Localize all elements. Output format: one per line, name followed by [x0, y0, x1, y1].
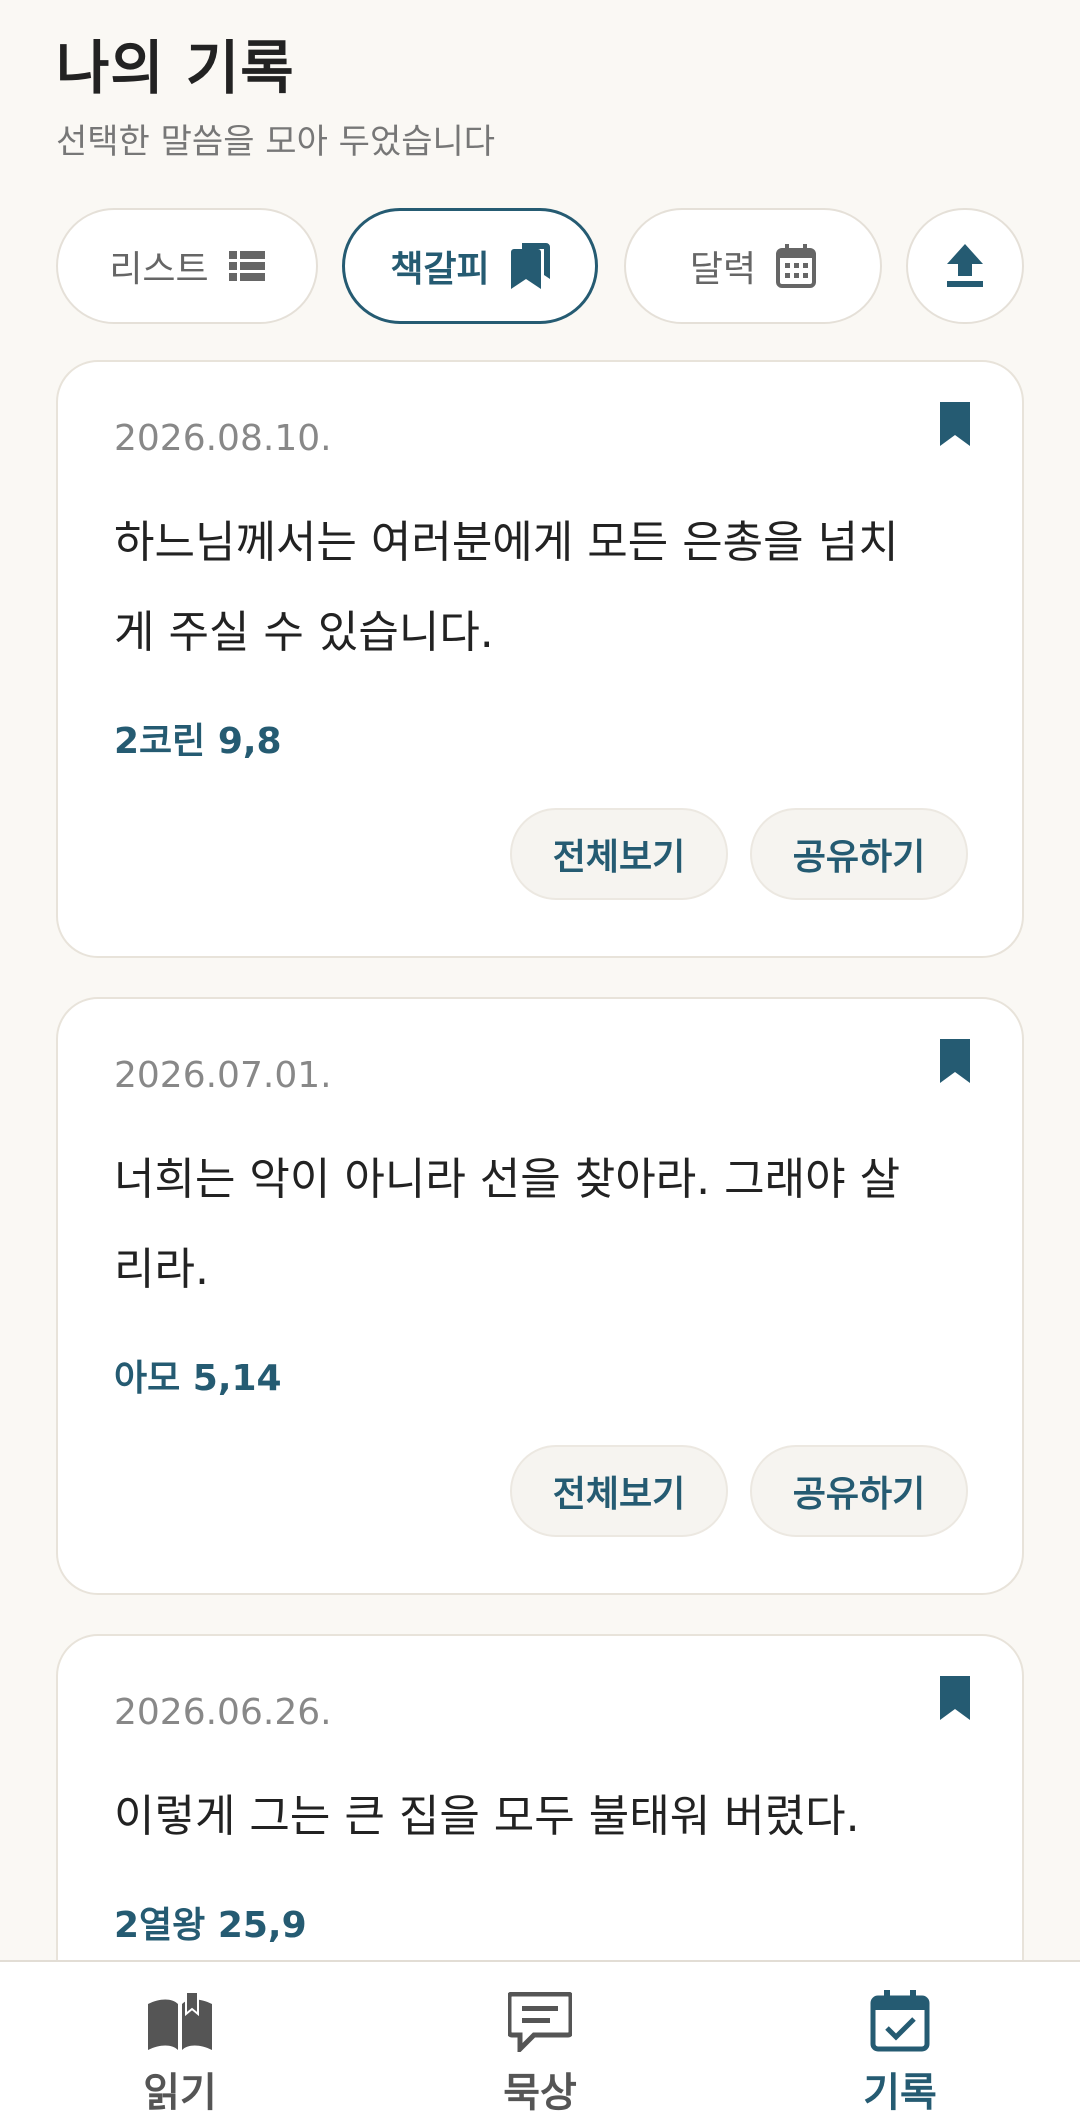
tab-bookmark[interactable]: 책갈피: [342, 208, 598, 324]
upload-button[interactable]: [906, 208, 1024, 324]
tab-calendar[interactable]: 달력: [624, 208, 882, 324]
record-reference: 2코린 9,8: [114, 721, 282, 762]
nav-item-label: 묵상: [503, 2070, 577, 2116]
view-all-button[interactable]: 전체보기: [510, 1445, 728, 1537]
bookmark-icon: [510, 243, 550, 289]
record-card: 2026.08.10. 하느님께서는 여러분에게 모든 은총을 넘치게 주실 수…: [56, 360, 1024, 958]
bookmark-icon[interactable]: [938, 1676, 972, 1720]
record-date: 2026.06.26.: [114, 1692, 332, 1733]
bookmark-icon[interactable]: [938, 1039, 972, 1083]
page-subtitle: 선택한 말씀을 모아 두었습니다: [56, 122, 496, 162]
record-reference: 아모 5,14: [114, 1358, 282, 1399]
record-verse: 하느님께서는 여러분에게 모든 은총을 넘치게 주실 수 있습니다.: [114, 517, 899, 658]
record-card: 2026.07.01. 너희는 악이 아니라 선을 찾아라. 그래야 살리라. …: [56, 997, 1024, 1595]
open-book-icon: [148, 1991, 212, 2050]
page-header: 나의 기록 선택한 말씀을 모아 두었습니다: [56, 30, 495, 163]
record-date: 2026.08.10.: [114, 418, 332, 459]
view-tabs: 리스트 책갈피 달력: [56, 208, 1024, 326]
bottom-nav: 읽기 묵상 기록: [0, 1960, 1080, 2123]
nav-item-label: 기록: [863, 2070, 937, 2116]
tab-calendar-label: 달력: [689, 249, 757, 290]
bookmark-icon[interactable]: [938, 402, 972, 446]
calendar-icon: [776, 244, 817, 288]
nav-item-label: 읽기: [143, 2070, 217, 2116]
record-date: 2026.07.01.: [114, 1055, 332, 1096]
tab-list[interactable]: 리스트: [56, 208, 318, 324]
list-icon: [228, 251, 265, 281]
view-all-button[interactable]: 전체보기: [510, 808, 728, 900]
record-verse: 너희는 악이 아니라 선을 찾아라. 그래야 살리라.: [114, 1154, 901, 1295]
tab-list-label: 리스트: [109, 249, 209, 290]
share-button[interactable]: 공유하기: [750, 1445, 968, 1537]
chat-icon: [506, 1991, 574, 2056]
nav-item-meditation[interactable]: 묵상: [440, 1962, 640, 2118]
nav-item-read[interactable]: 읽기: [80, 1962, 280, 2118]
upload-icon: [947, 244, 983, 287]
calendar-check-icon: [870, 1990, 930, 2052]
page-title: 나의 기록: [56, 34, 295, 102]
share-button[interactable]: 공유하기: [750, 808, 968, 900]
record-reference: 2열왕 25,9: [114, 1905, 307, 1946]
tab-bookmark-label: 책갈피: [390, 249, 490, 290]
nav-item-records[interactable]: 기록: [800, 1962, 1000, 2118]
record-verse: 이렇게 그는 큰 집을 모두 불태워 버렸다.: [114, 1791, 860, 1842]
